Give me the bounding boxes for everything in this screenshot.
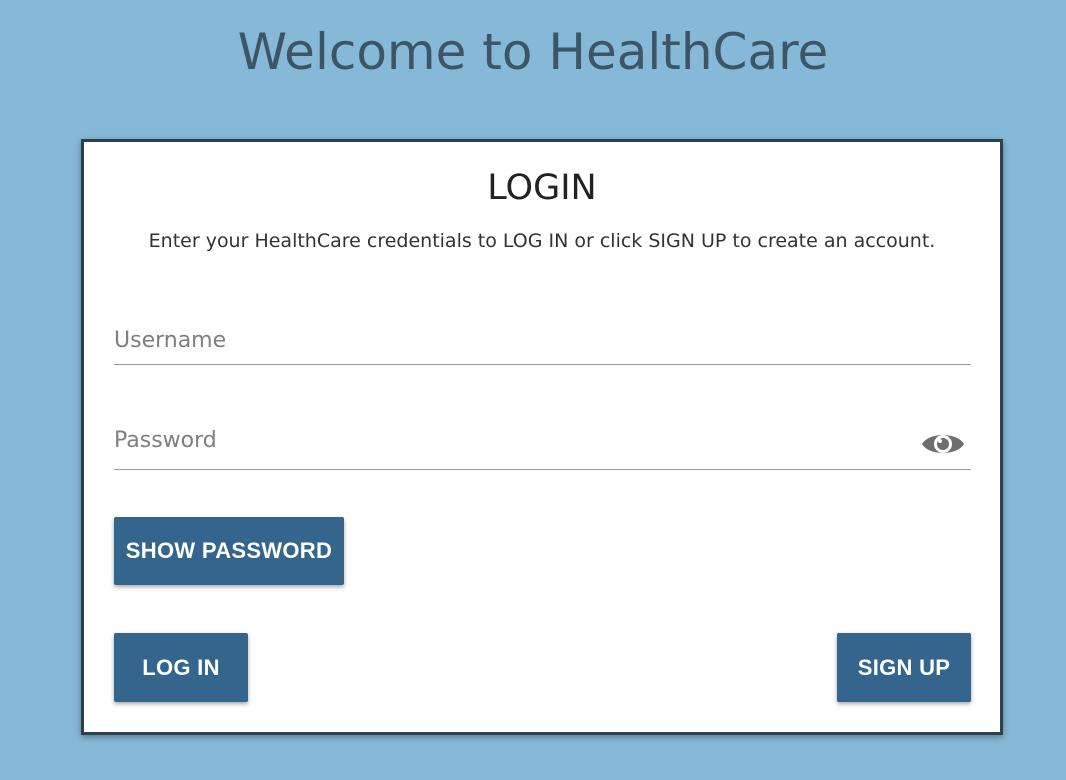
login-heading: LOGIN <box>487 168 597 208</box>
username-input[interactable] <box>114 322 894 360</box>
eye-icon[interactable] <box>921 428 965 460</box>
password-field <box>114 422 971 470</box>
login-card: LOGIN Enter your HealthCare credentials … <box>81 139 1003 735</box>
page-title: Welcome to HealthCare <box>237 23 829 81</box>
show-password-button[interactable]: SHOW PASSWORD <box>114 517 344 585</box>
username-field <box>114 322 971 365</box>
sign-up-button[interactable]: SIGN UP <box>837 633 971 702</box>
password-input[interactable] <box>114 422 894 460</box>
log-in-button[interactable]: LOG IN <box>114 633 248 702</box>
login-instructions: Enter your HealthCare credentials to LOG… <box>148 230 936 252</box>
